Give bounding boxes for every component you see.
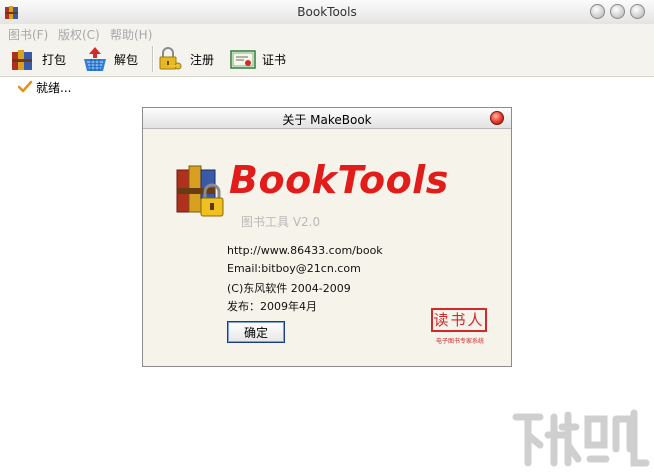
unpack-button[interactable]: 解包 bbox=[82, 45, 138, 73]
checkmark-icon bbox=[18, 80, 32, 93]
toolbar-separator bbox=[152, 46, 154, 72]
menu-copyright[interactable]: 版权(C) bbox=[58, 26, 100, 43]
unpack-label: 解包 bbox=[114, 52, 139, 67]
site-watermark-logo bbox=[512, 409, 650, 467]
certificate-icon bbox=[230, 50, 256, 69]
copyright-text: (C)东风软件 2004-2009 bbox=[227, 282, 351, 295]
brand-name: BookTools bbox=[229, 158, 449, 202]
unpack-basket-icon bbox=[84, 47, 106, 71]
website-text: http://www.86433.com/book bbox=[227, 244, 383, 257]
pack-button[interactable]: 打包 bbox=[10, 45, 66, 73]
register-button[interactable]: 注册 bbox=[158, 45, 214, 73]
menu-book[interactable]: 图书(F) bbox=[8, 26, 48, 43]
register-lock-key-icon bbox=[159, 47, 182, 70]
window-title: BookTools bbox=[297, 5, 357, 19]
window-titlebar[interactable]: BookTools bbox=[0, 0, 654, 25]
about-dialog: 关于 MakeBook BookTools 图书工具 V2.0 http://w… bbox=[142, 107, 512, 367]
dialog-title: 关于 MakeBook bbox=[282, 113, 372, 127]
stamp-text: 读书人 bbox=[431, 308, 487, 332]
menu-help[interactable]: 帮助(H) bbox=[110, 26, 152, 43]
stamp-caption: 电子图书专家系统 bbox=[435, 338, 484, 345]
publisher-stamp: 读书人 电子图书专家系统 bbox=[429, 308, 491, 352]
dialog-titlebar[interactable]: 关于 MakeBook bbox=[143, 108, 511, 129]
release-date-text: 发布：2009年4月 bbox=[227, 300, 317, 313]
close-button[interactable] bbox=[630, 4, 645, 19]
status-line: 就绪... bbox=[18, 79, 71, 95]
email-text: Email:bitboy@21cn.com bbox=[227, 262, 361, 275]
toolbar: 打包 解包 注册 证书 bbox=[0, 42, 654, 77]
certificate-label: 证书 bbox=[262, 52, 287, 67]
minimize-button[interactable] bbox=[590, 4, 605, 19]
ok-button[interactable]: 确定 bbox=[227, 321, 285, 343]
register-label: 注册 bbox=[190, 52, 215, 67]
books-lock-logo-icon bbox=[176, 165, 224, 217]
certificate-button[interactable]: 证书 bbox=[230, 45, 286, 73]
product-subtitle: 图书工具 V2.0 bbox=[241, 215, 321, 229]
pack-label: 打包 bbox=[42, 52, 67, 67]
menu-bar: 图书(F) 版权(C) 帮助(H) bbox=[0, 24, 654, 42]
status-text: 就绪... bbox=[36, 80, 72, 95]
pack-icon bbox=[12, 50, 32, 70]
dialog-close-button[interactable] bbox=[490, 111, 504, 125]
maximize-button[interactable] bbox=[610, 4, 625, 19]
